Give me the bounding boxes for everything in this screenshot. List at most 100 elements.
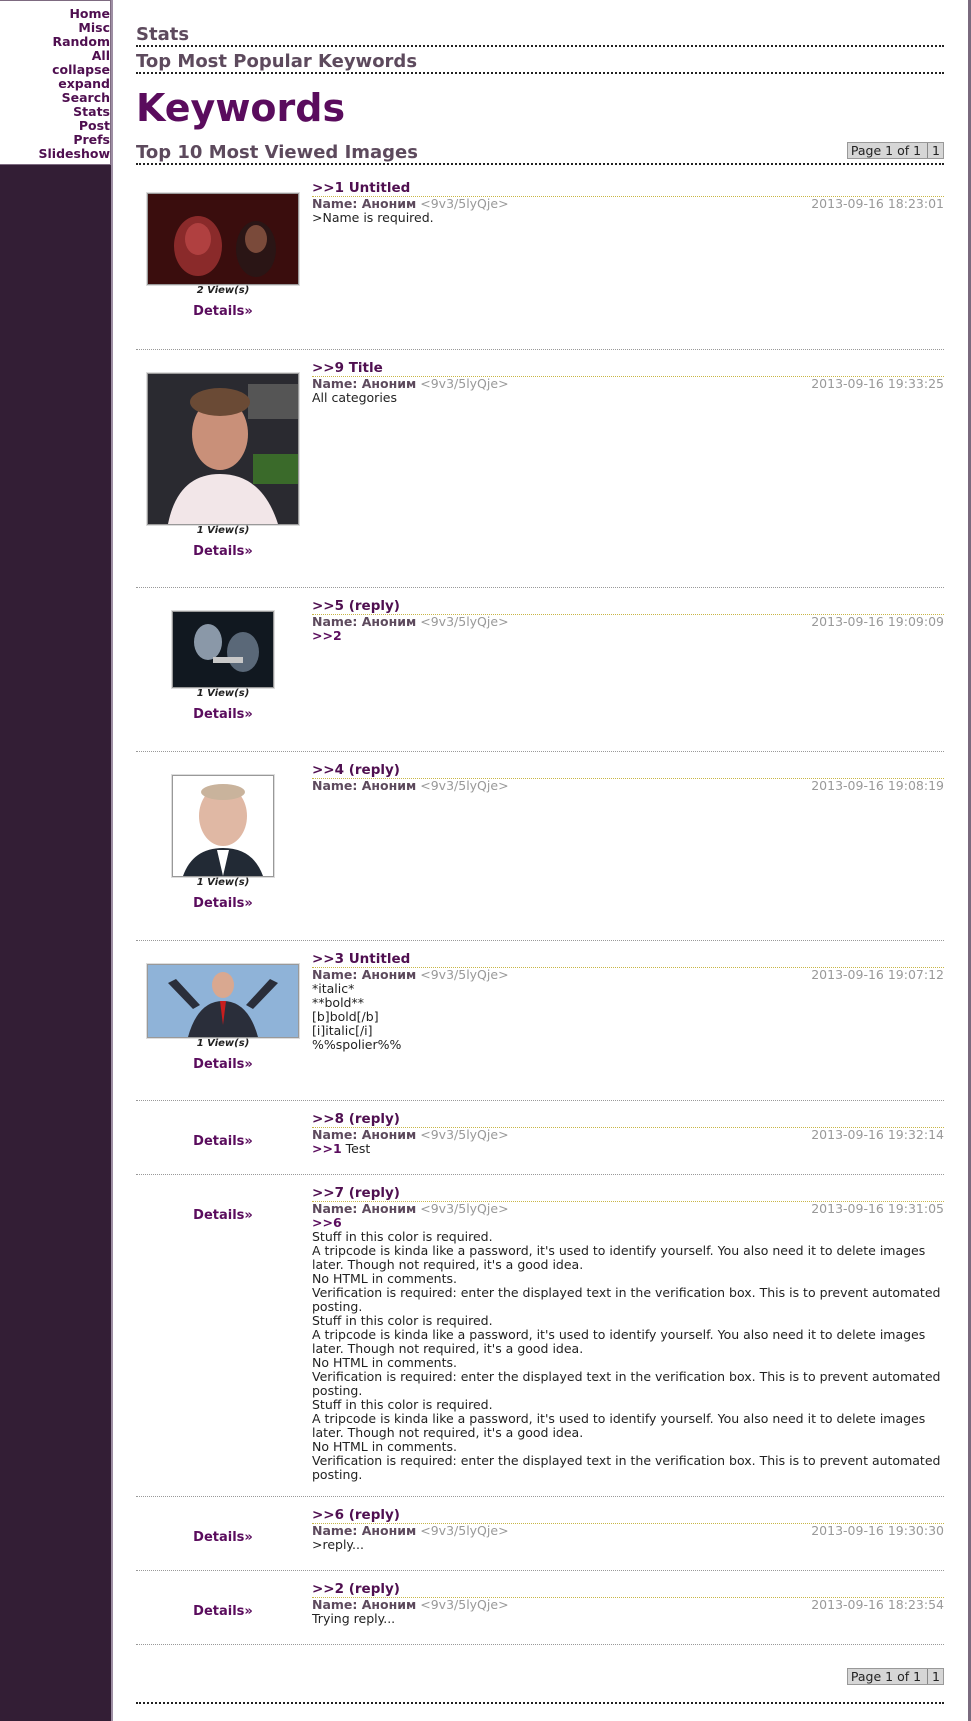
pager-page-link[interactable]: 1 xyxy=(927,1669,940,1684)
nav-collapse-link[interactable]: collapse xyxy=(0,63,110,77)
details-link[interactable]: Details» xyxy=(136,544,310,559)
post-title[interactable]: >>1 Untitled xyxy=(312,181,944,196)
nav-all-link[interactable]: All xyxy=(0,49,110,63)
post-1: 2 View(s) Details» >>1 Untitled Name: Ан… xyxy=(136,177,944,350)
post-date: 2013-09-16 19:08:19 xyxy=(811,778,944,793)
nav-slideshow-link[interactable]: Slideshow xyxy=(0,147,110,161)
poster-name: Name: Аноним xyxy=(312,778,417,793)
post-meta: Name: Аноним <9v3/5lyQje> 2013-09-16 18:2… xyxy=(312,196,944,211)
post-title[interactable]: >>9 Title xyxy=(312,361,944,376)
thumbnail-image[interactable] xyxy=(147,964,299,1038)
poster-name: Name: Аноним xyxy=(312,1523,417,1538)
nav-expand-link[interactable]: expand xyxy=(0,77,110,91)
pager-page-link[interactable]: 1 xyxy=(927,143,940,158)
view-count: 1 View(s) xyxy=(196,688,250,699)
post-date: 2013-09-16 19:31:05 xyxy=(811,1201,944,1216)
pager-bottom: Page 1 of 1 1 xyxy=(846,1668,944,1685)
view-count: 2 View(s) xyxy=(196,285,250,296)
details-link[interactable]: Details» xyxy=(136,1208,310,1223)
nav-home-link[interactable]: Home xyxy=(0,7,110,21)
keywords-title: Keywords xyxy=(136,86,346,130)
post-date: 2013-09-16 19:07:12 xyxy=(811,967,944,982)
post-title[interactable]: >>6 (reply) xyxy=(312,1508,944,1523)
post-text: All categories xyxy=(312,390,397,405)
popular-header: Top Most Popular Keywords xyxy=(136,51,944,74)
post-title[interactable]: >>4 (reply) xyxy=(312,763,944,778)
details-link[interactable]: Details» xyxy=(136,304,310,319)
nav-menu: Home Misc Random All collapse expand Sea… xyxy=(0,0,111,165)
post-body: >>2 (reply) Name: Аноним <9v3/5lyQje> 201… xyxy=(312,1582,944,1626)
thumbnail-image[interactable] xyxy=(147,193,299,285)
post-title[interactable]: >>8 (reply) xyxy=(312,1112,944,1127)
post-date: 2013-09-16 19:33:25 xyxy=(811,376,944,391)
post-date: 2013-09-16 18:23:01 xyxy=(811,196,944,211)
thumbnail-image[interactable] xyxy=(172,775,274,877)
tripcode: <9v3/5lyQje> xyxy=(420,1201,509,1216)
details-link[interactable]: Details» xyxy=(136,1134,310,1149)
pager-label: Page 1 of 1 xyxy=(850,143,922,158)
stats-heading: Stats xyxy=(136,24,190,45)
bottom-rule xyxy=(136,1702,944,1704)
tripcode: <9v3/5lyQje> xyxy=(420,1127,509,1142)
tripcode: <9v3/5lyQje> xyxy=(420,1597,509,1612)
post-title[interactable]: >>3 Untitled xyxy=(312,952,944,967)
post-text: >>1 Test xyxy=(312,1142,944,1156)
thumb-column: 2 View(s) Details» xyxy=(136,193,310,319)
tripcode: <9v3/5lyQje> xyxy=(420,778,509,793)
details-link[interactable]: Details» xyxy=(136,1057,310,1072)
view-count: 1 View(s) xyxy=(196,1038,250,1049)
post-text: >Name is required. xyxy=(312,210,434,225)
post-8: Details» >>8 (reply) Name: Аноним <9v3/5… xyxy=(136,1100,944,1175)
nav-post-link[interactable]: Post xyxy=(0,119,110,133)
poster-name: Name: Аноним xyxy=(312,614,417,629)
post-body: >>8 (reply) Name: Аноним <9v3/5lyQje> 201… xyxy=(312,1112,944,1156)
post-title[interactable]: >>2 (reply) xyxy=(312,1582,944,1597)
post-date: 2013-09-16 19:32:14 xyxy=(811,1127,944,1142)
details-link[interactable]: Details» xyxy=(136,1530,310,1545)
post-text: >reply... xyxy=(312,1537,364,1552)
view-count: 1 View(s) xyxy=(196,877,250,888)
post-date: 2013-09-16 19:09:09 xyxy=(811,614,944,629)
thumb-column: 1 View(s) Details» xyxy=(136,964,310,1072)
top10-heading: Top 10 Most Viewed Images xyxy=(136,142,418,163)
thumb-column: 1 View(s) Details» xyxy=(136,611,310,722)
thumbnail-image[interactable] xyxy=(147,373,299,525)
poster-name: Name: Аноним xyxy=(312,1597,417,1612)
quote-ref-link[interactable]: >>1 xyxy=(312,1141,342,1156)
post-meta: Name: Аноним <9v3/5lyQje> 2013-09-16 18:2… xyxy=(312,1597,944,1612)
thumbnail-image[interactable] xyxy=(172,611,274,688)
poster-name: Name: Аноним xyxy=(312,196,417,211)
post-meta: Name: Аноним <9v3/5lyQje> 2013-09-16 19:3… xyxy=(312,1127,944,1142)
tripcode: <9v3/5lyQje> xyxy=(420,376,509,391)
post-title[interactable]: >>5 (reply) xyxy=(312,599,944,614)
post-meta: Name: Аноним <9v3/5lyQje> 2013-09-16 19:0… xyxy=(312,967,944,982)
sidebar-background xyxy=(0,0,111,1721)
nav-search-link[interactable]: Search xyxy=(0,91,110,105)
nav-stats-link[interactable]: Stats xyxy=(0,105,110,119)
post-text-body: Test xyxy=(341,1141,371,1156)
post-7: Details» >>7 (reply) Name: Аноним <9v3/5… xyxy=(136,1174,944,1497)
details-link[interactable]: Details» xyxy=(136,707,310,722)
post-meta: Name: Аноним <9v3/5lyQje> 2013-09-16 19:0… xyxy=(312,614,944,629)
post-9: 1 View(s) Details» >>9 Title Name: Анони… xyxy=(136,349,944,588)
post-body: >>3 Untitled Name: Аноним <9v3/5lyQje> 20… xyxy=(312,952,944,1052)
post-text: Trying reply... xyxy=(312,1611,396,1626)
post-title[interactable]: >>7 (reply) xyxy=(312,1186,944,1201)
poster-name: Name: Аноним xyxy=(312,1201,417,1216)
quote-ref-link[interactable]: >>2 xyxy=(312,628,342,643)
post-5: 1 View(s) Details» >>5 (reply) Name: Ано… xyxy=(136,587,944,752)
top10-header: Top 10 Most Viewed Images Page 1 of 1 1 xyxy=(136,142,944,165)
popular-keywords-heading: Top Most Popular Keywords xyxy=(136,51,418,72)
details-link[interactable]: Details» xyxy=(136,1604,310,1619)
quote-ref-link[interactable]: >>6 xyxy=(312,1216,944,1230)
post-meta: Name: Аноним <9v3/5lyQje> 2013-09-16 19:0… xyxy=(312,778,944,793)
nav-random-link[interactable]: Random xyxy=(0,35,110,49)
details-link[interactable]: Details» xyxy=(136,896,310,911)
pager-top: Page 1 of 1 1 xyxy=(846,142,944,159)
nav-misc-link[interactable]: Misc xyxy=(0,21,110,35)
tripcode: <9v3/5lyQje> xyxy=(420,614,509,629)
post-meta: Name: Аноним <9v3/5lyQje> 2013-09-16 19:3… xyxy=(312,1201,944,1216)
poster-name: Name: Аноним xyxy=(312,967,417,982)
post-date: 2013-09-16 19:30:30 xyxy=(811,1523,944,1538)
nav-prefs-link[interactable]: Prefs xyxy=(0,133,110,147)
